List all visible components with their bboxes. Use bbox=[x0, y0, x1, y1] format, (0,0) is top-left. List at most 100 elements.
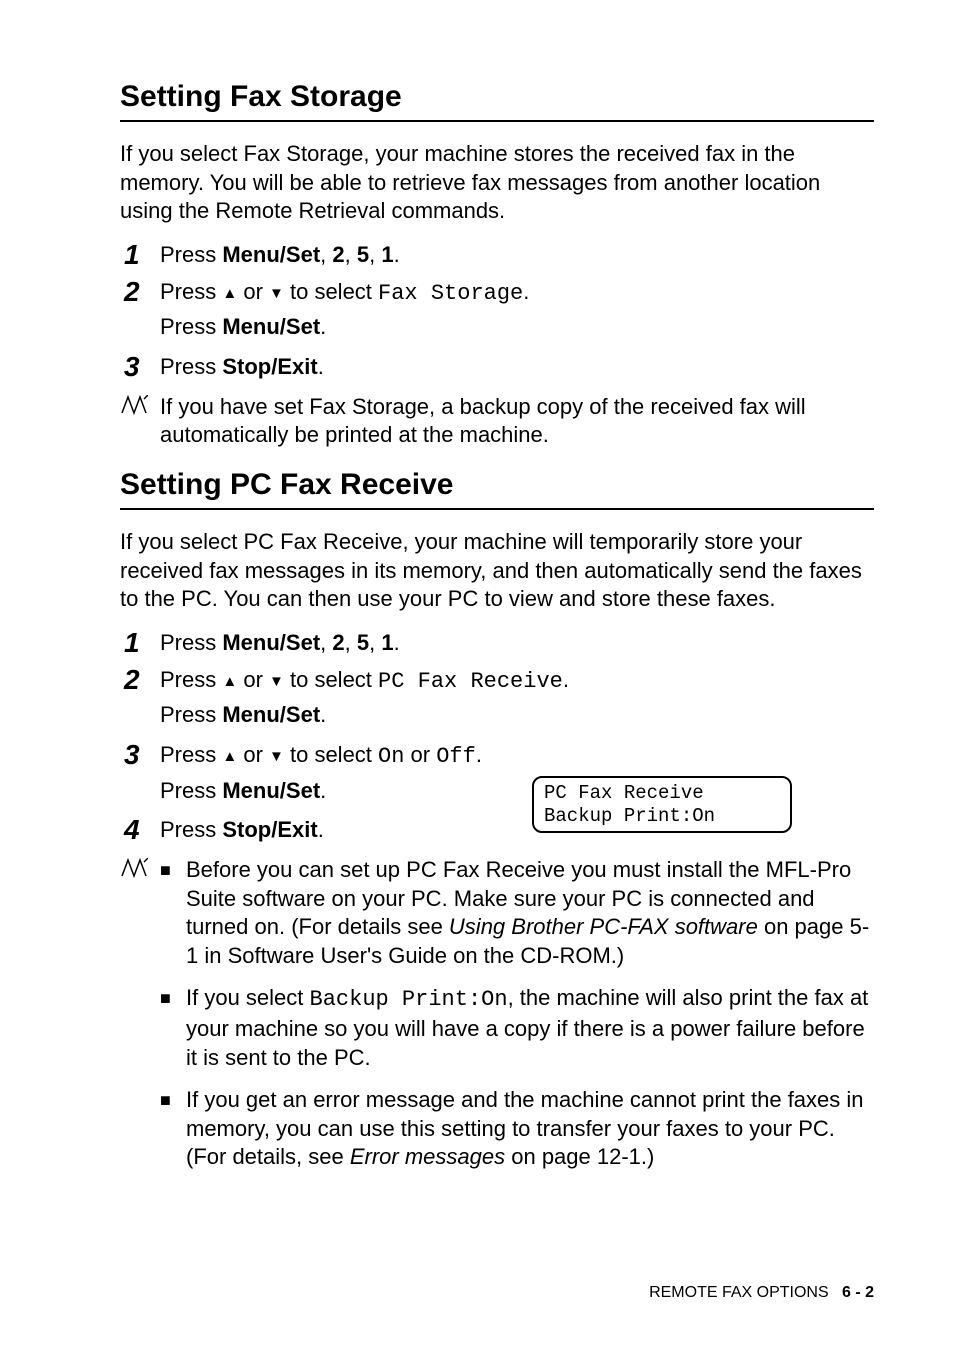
square-bullet-icon: ■ bbox=[160, 856, 186, 881]
text: Press bbox=[160, 778, 222, 803]
step-number: 2 bbox=[124, 665, 160, 696]
text: to select bbox=[284, 742, 378, 767]
key-label: Menu/Set bbox=[222, 314, 320, 339]
step-text: Press ▲ or ▼ to select On or Off. Press … bbox=[160, 740, 540, 809]
heading-fax-storage: Setting Fax Storage bbox=[120, 80, 874, 122]
intro-fax-storage: If you select Fax Storage, your machine … bbox=[120, 140, 874, 226]
step-1: 1 Press Menu/Set, 2, 5, 1. bbox=[124, 628, 874, 659]
key-label: 2 bbox=[332, 630, 344, 655]
menu-option: PC Fax Receive bbox=[378, 669, 563, 694]
step-text: Press Stop/Exit. bbox=[160, 352, 874, 382]
text: . bbox=[318, 354, 324, 379]
text: or bbox=[237, 667, 269, 692]
bullet-item: ■ If you select Backup Print:On, the mac… bbox=[160, 984, 874, 1072]
down-arrow-icon: ▼ bbox=[269, 285, 284, 302]
note-fax-storage: If you have set Fax Storage, a backup co… bbox=[120, 393, 874, 450]
text: . bbox=[476, 742, 482, 767]
menu-option: Backup Print:On bbox=[310, 987, 508, 1012]
note-icon bbox=[120, 856, 160, 885]
text: or bbox=[404, 742, 436, 767]
steps-pc-fax-receive: 1 Press Menu/Set, 2, 5, 1. 2 Press ▲ or … bbox=[124, 628, 874, 846]
text: , bbox=[320, 242, 332, 267]
text: to select bbox=[284, 279, 378, 304]
text: Press bbox=[160, 817, 222, 842]
steps-fax-storage: 1 Press Menu/Set, 2, 5, 1. 2 Press ▲ or … bbox=[124, 240, 874, 383]
text: . bbox=[320, 702, 326, 727]
footer-section-title: REMOTE FAX OPTIONS bbox=[649, 1284, 829, 1301]
step-number: 3 bbox=[124, 352, 160, 383]
menu-option: On bbox=[378, 744, 404, 769]
menu-option: Off bbox=[436, 744, 476, 769]
square-bullet-icon: ■ bbox=[160, 1086, 186, 1111]
bullet-item: ■ If you get an error message and the ma… bbox=[160, 1086, 874, 1172]
text: Press bbox=[160, 742, 222, 767]
bullet-text: If you get an error message and the mach… bbox=[186, 1086, 874, 1172]
key-label: 5 bbox=[357, 242, 369, 267]
key-label: 5 bbox=[357, 630, 369, 655]
step-number: 1 bbox=[124, 240, 160, 271]
text: . bbox=[320, 778, 326, 803]
up-arrow-icon: ▲ bbox=[222, 285, 237, 302]
step-text: Press ▲ or ▼ to select PC Fax Receive. P… bbox=[160, 665, 874, 734]
step-number: 1 bbox=[124, 628, 160, 659]
text: . bbox=[394, 242, 400, 267]
key-label: Stop/Exit bbox=[222, 354, 317, 379]
text: . bbox=[320, 314, 326, 339]
reference-title: Using Brother PC-FAX software bbox=[449, 914, 758, 939]
text: . bbox=[394, 630, 400, 655]
intro-pc-fax-receive: If you select PC Fax Receive, your machi… bbox=[120, 528, 874, 614]
step-text: Press ▲ or ▼ to select Fax Storage. Pres… bbox=[160, 277, 874, 346]
square-bullet-icon: ■ bbox=[160, 984, 186, 1009]
text: If you select bbox=[186, 985, 310, 1010]
down-arrow-icon: ▼ bbox=[269, 748, 284, 765]
key-label: 1 bbox=[381, 242, 393, 267]
text: or bbox=[237, 279, 269, 304]
up-arrow-icon: ▲ bbox=[222, 673, 237, 690]
text: , bbox=[320, 630, 332, 655]
text: Press bbox=[160, 667, 222, 692]
text: . bbox=[318, 817, 324, 842]
key-label: Menu/Set bbox=[222, 630, 320, 655]
menu-option: Fax Storage bbox=[378, 281, 523, 306]
text: . bbox=[523, 279, 529, 304]
display-line-1: PC Fax Receive bbox=[544, 782, 704, 804]
text: Press bbox=[160, 630, 222, 655]
step-3: 3 Press Stop/Exit. bbox=[124, 352, 874, 383]
reference-title: Error messages bbox=[350, 1144, 505, 1169]
page-footer: REMOTE FAX OPTIONS 6 - 2 bbox=[649, 1284, 874, 1302]
key-label: Stop/Exit bbox=[222, 817, 317, 842]
text: Press bbox=[160, 354, 222, 379]
text: , bbox=[369, 630, 381, 655]
text: Press bbox=[160, 702, 222, 727]
text: Press bbox=[160, 242, 222, 267]
step-text: Press Menu/Set, 2, 5, 1. bbox=[160, 240, 874, 270]
key-label: 2 bbox=[332, 242, 344, 267]
text: to select bbox=[284, 667, 378, 692]
step-number: 3 bbox=[124, 740, 160, 771]
text: or bbox=[237, 742, 269, 767]
bullet-text: Before you can set up PC Fax Receive you… bbox=[186, 856, 874, 970]
text: on page 12-1.) bbox=[505, 1144, 654, 1169]
text: . bbox=[563, 667, 569, 692]
text: Press bbox=[160, 279, 222, 304]
text: Press bbox=[160, 314, 222, 339]
down-arrow-icon: ▼ bbox=[269, 673, 284, 690]
document-page: Setting Fax Storage If you select Fax St… bbox=[0, 0, 954, 1352]
key-label: 1 bbox=[381, 630, 393, 655]
bullet-text: If you select Backup Print:On, the machi… bbox=[186, 984, 874, 1072]
text: , bbox=[369, 242, 381, 267]
bullet-item: ■ Before you can set up PC Fax Receive y… bbox=[160, 856, 874, 970]
step-number: 4 bbox=[124, 815, 160, 846]
step-number: 2 bbox=[124, 277, 160, 308]
key-label: Menu/Set bbox=[222, 778, 320, 803]
text: , bbox=[345, 630, 357, 655]
step-2: 2 Press ▲ or ▼ to select PC Fax Receive.… bbox=[124, 665, 874, 734]
note-pc-fax-receive: ■ Before you can set up PC Fax Receive y… bbox=[120, 856, 874, 1186]
key-label: Menu/Set bbox=[222, 242, 320, 267]
display-line-2: Backup Print:On bbox=[544, 805, 715, 827]
up-arrow-icon: ▲ bbox=[222, 748, 237, 765]
step-text: Press Menu/Set, 2, 5, 1. bbox=[160, 628, 874, 658]
bullet-list: ■ Before you can set up PC Fax Receive y… bbox=[160, 856, 874, 1186]
lcd-display: PC Fax Receive Backup Print:On bbox=[532, 776, 792, 834]
text: , bbox=[345, 242, 357, 267]
